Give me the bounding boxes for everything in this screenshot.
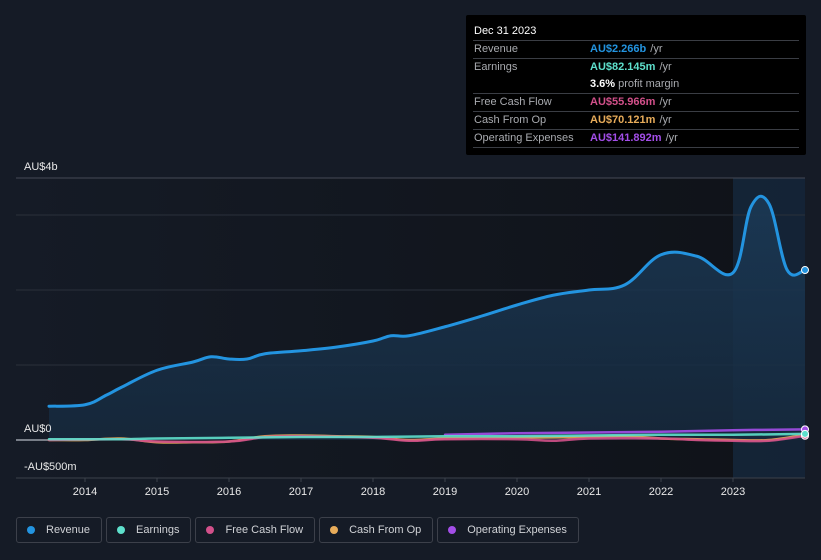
- y-tick-label: -AU$500m: [24, 461, 77, 473]
- x-tick-label: 2020: [505, 486, 529, 498]
- x-tick-label: 2019: [433, 486, 457, 498]
- legend-label: Earnings: [136, 524, 180, 536]
- x-tick-label: 2021: [577, 486, 601, 498]
- x-tick-label: 2014: [73, 486, 97, 498]
- legend-label: Operating Expenses: [467, 524, 567, 536]
- profit-margin-value: 3.6%: [590, 78, 616, 90]
- tooltip-value: AU$141.892m: [590, 132, 662, 144]
- tooltip-unit: /yr: [665, 132, 678, 144]
- legend-item-earnings[interactable]: Earnings: [106, 517, 192, 543]
- legend-dot-icon: [206, 526, 215, 534]
- tooltip-unit: /yr: [650, 43, 663, 55]
- legend-item-revenue[interactable]: Revenue: [16, 517, 103, 543]
- legend-item-operating-expenses[interactable]: Operating Expenses: [437, 517, 579, 543]
- tooltip-label: Free Cash Flow: [474, 96, 552, 108]
- tooltip-unit: /yr: [659, 61, 672, 73]
- legend-label: Cash From Op: [349, 524, 422, 536]
- legend-item-cash-from-op[interactable]: Cash From Op: [319, 517, 434, 543]
- tooltip-label: Earnings: [474, 61, 518, 73]
- tooltip-row-profit-margin: 3.6% profit margin: [473, 76, 799, 94]
- tooltip-row-earnings: Earnings AU$82.145m /yr: [473, 59, 799, 76]
- tooltip-date: Dec 31 2023: [473, 23, 799, 41]
- x-tick-label: 2022: [649, 486, 673, 498]
- x-tick-label: 2015: [145, 486, 169, 498]
- tooltip-value: AU$55.966m: [590, 96, 656, 108]
- legend-label: Free Cash Flow: [225, 524, 304, 536]
- legend-dot-icon: [117, 526, 126, 534]
- legend: Revenue Earnings Free Cash Flow Cash Fro…: [16, 517, 579, 543]
- tooltip-unit: /yr: [659, 114, 672, 126]
- tooltip-label: Cash From Op: [474, 114, 547, 126]
- legend-dot-icon: [27, 526, 35, 534]
- legend-dot-icon: [448, 526, 457, 534]
- legend-dot-icon: [330, 526, 339, 534]
- tooltip-value: AU$2.266b: [590, 43, 647, 55]
- y-tick-label: AU$4b: [24, 161, 58, 173]
- tooltip-value: AU$82.145m: [590, 61, 656, 73]
- tooltip-value: AU$70.121m: [590, 114, 656, 126]
- legend-label: Revenue: [46, 524, 91, 536]
- x-tick-label: 2018: [361, 486, 385, 498]
- tooltip-row-cash-from-op: Cash From Op AU$70.121m /yr: [473, 112, 799, 130]
- tooltip: Dec 31 2023 Revenue AU$2.266b /yr Earnin…: [466, 15, 806, 155]
- y-tick-label: AU$0: [24, 423, 52, 435]
- tooltip-row-operating-expenses: Operating Expenses AU$141.892m /yr: [473, 130, 799, 148]
- tooltip-row-free-cash-flow: Free Cash Flow AU$55.966m /yr: [473, 94, 799, 112]
- tooltip-unit: /yr: [659, 96, 672, 108]
- x-tick-label: 2016: [217, 486, 241, 498]
- legend-item-free-cash-flow[interactable]: Free Cash Flow: [195, 517, 316, 543]
- tooltip-label: Operating Expenses: [474, 132, 574, 144]
- tooltip-row-revenue: Revenue AU$2.266b /yr: [473, 41, 799, 59]
- tooltip-label: Revenue: [474, 43, 519, 55]
- end-marker-revenue: [801, 266, 809, 275]
- profit-margin-text: profit margin: [618, 78, 680, 90]
- x-tick-label: 2017: [289, 486, 313, 498]
- end-marker-earnings: [801, 429, 809, 438]
- x-tick-label: 2023: [721, 486, 745, 498]
